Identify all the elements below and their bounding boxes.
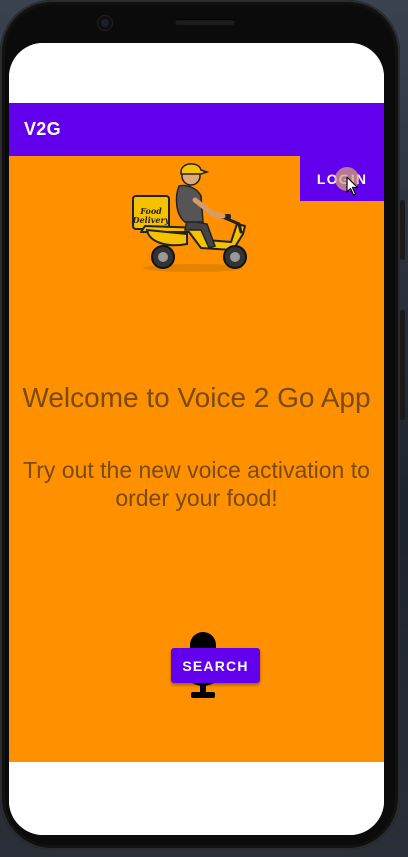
- navigation-bar: [9, 762, 384, 835]
- delivery-scooter-icon: Food Delivery: [132, 163, 247, 272]
- app-title: V2G: [24, 119, 61, 139]
- earpiece-speaker: [175, 19, 235, 25]
- power-button: [400, 200, 405, 260]
- app-bar: V2G: [9, 103, 384, 156]
- mouse-pointer-icon: [346, 176, 359, 196]
- welcome-heading: Welcome to Voice 2 Go App: [22, 382, 371, 413]
- main-content: LOGIN Food Delivery: [9, 156, 384, 762]
- volume-button: [400, 310, 405, 420]
- search-button[interactable]: SEARCH: [171, 648, 260, 683]
- welcome-subtitle: Try out the new voice activation to orde…: [23, 457, 370, 511]
- illustration-sign-line2: Delivery: [132, 215, 171, 225]
- front-camera: [98, 16, 112, 30]
- phone-frame: V2G LOGIN Food Delivery: [0, 0, 405, 850]
- device-screen: V2G LOGIN Food Delivery: [9, 43, 384, 835]
- status-bar: [9, 43, 384, 103]
